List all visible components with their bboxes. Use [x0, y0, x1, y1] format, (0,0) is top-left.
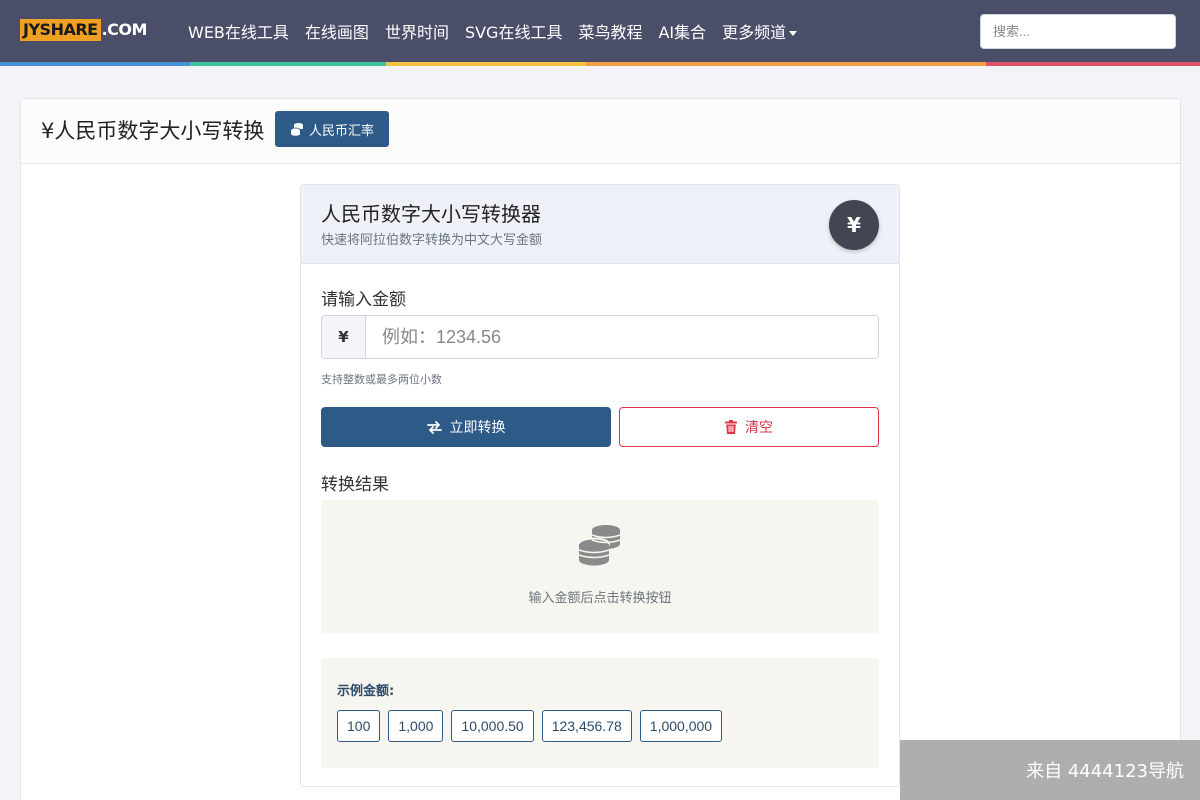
caret-down-icon: [789, 31, 798, 36]
more-channels-label: 更多频道: [722, 23, 787, 42]
stripe-segment-5: [986, 62, 1200, 66]
example-amount-chip[interactable]: 1,000,000: [639, 710, 723, 742]
example-amount-chip[interactable]: 1,000: [388, 710, 444, 742]
convert-button-label: 立即转换: [449, 420, 506, 436]
rainbow-stripe: [0, 62, 1200, 66]
examples-label: 示例金额:: [337, 684, 395, 699]
converter-card: 人民币数字大小写转换器 快速将阿拉伯数字转换为中文大写金额 ¥ 请输入金额 ¥ …: [300, 184, 900, 787]
yen-prefix: ¥: [322, 316, 366, 358]
convert-button[interactable]: 立即转换: [321, 407, 611, 447]
top-navbar: JYSHARE .COM WEB在线工具 在线画图 世界时间 SVG在线工具 菜鸟…: [0, 0, 1200, 62]
amount-hint: 支持整数或最多两位小数: [321, 373, 442, 386]
logo-text-domain: .COM: [101, 20, 148, 39]
nav-link-world-time[interactable]: 世界时间: [385, 19, 449, 43]
nav-link-more-channels[interactable]: 更多频道: [722, 19, 798, 43]
converter-title: 人民币数字大小写转换器: [321, 202, 541, 226]
yen-icon: ¥: [829, 200, 879, 250]
clear-button[interactable]: 清空: [619, 407, 879, 447]
example-chips: 100 1,000 10,000.50 123,456.78 1,000,000: [337, 710, 723, 742]
coins-icon: [578, 525, 621, 566]
nav-link-ai[interactable]: AI集合: [658, 19, 706, 43]
stripe-segment-2: [190, 62, 386, 66]
stripe-segment-1: [0, 62, 190, 66]
stripe-segment-3: [386, 62, 586, 66]
examples-box: 示例金额: 100 1,000 10,000.50 123,456.78 1,0…: [321, 658, 879, 768]
rmb-rate-label: 人民币汇率: [308, 123, 374, 139]
nav-links: WEB在线工具 在线画图 世界时间 SVG在线工具 菜鸟教程 AI集合 更多频道: [180, 0, 805, 62]
tool-panel-header: ¥人民币数字大小写转换 人民币汇率: [21, 99, 1180, 164]
converter-subtitle: 快速将阿拉伯数字转换为中文大写金额: [321, 233, 543, 248]
example-amount-chip[interactable]: 123,456.78: [541, 710, 632, 742]
source-watermark: 来自 4444123导航: [900, 740, 1200, 800]
page-title: ¥人民币数字大小写转换: [41, 119, 265, 143]
example-amount-chip[interactable]: 10,000.50: [451, 710, 534, 742]
exchange-arrows-icon: [426, 420, 442, 434]
example-amount-chip[interactable]: 100: [337, 710, 381, 742]
amount-input[interactable]: [366, 316, 878, 358]
result-placeholder: 输入金额后点击转换按钮: [528, 591, 672, 606]
stripe-segment-4: [586, 62, 986, 66]
amount-input-group: ¥: [321, 315, 879, 359]
trash-icon: [725, 420, 737, 434]
rmb-rate-button[interactable]: 人民币汇率: [275, 111, 389, 147]
site-logo[interactable]: JYSHARE .COM: [20, 19, 147, 41]
search-input[interactable]: [980, 14, 1176, 49]
coins-icon: [290, 123, 303, 136]
amount-label: 请输入金额: [321, 290, 406, 310]
converter-card-header: 人民币数字大小写转换器 快速将阿拉伯数字转换为中文大写金额 ¥: [301, 185, 899, 264]
logo-text-primary: JYSHARE: [20, 19, 101, 41]
nav-link-web-tools[interactable]: WEB在线工具: [188, 19, 289, 43]
nav-link-runoob[interactable]: 菜鸟教程: [578, 19, 642, 43]
result-box: 输入金额后点击转换按钮: [321, 500, 879, 633]
clear-button-label: 清空: [745, 420, 773, 436]
result-label: 转换结果: [321, 475, 389, 495]
nav-link-drawing[interactable]: 在线画图: [305, 19, 369, 43]
nav-link-svg-tools[interactable]: SVG在线工具: [465, 19, 563, 43]
